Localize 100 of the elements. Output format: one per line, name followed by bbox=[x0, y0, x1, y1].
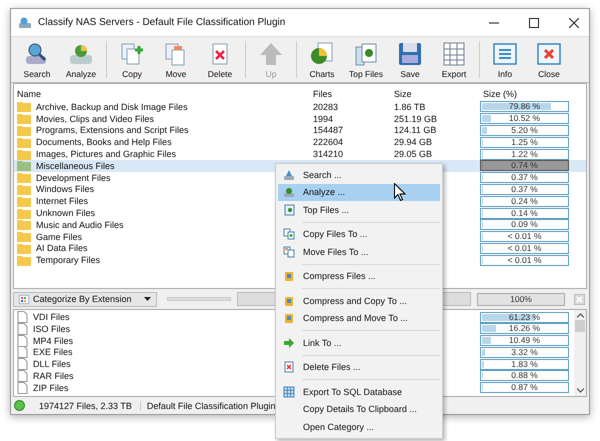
menu-item[interactable]: Compress and Copy To ... bbox=[278, 292, 440, 310]
scroll-up-icon[interactable] bbox=[576, 313, 584, 318]
column-header[interactable]: Size (%) bbox=[480, 89, 570, 99]
toolbar-button[interactable]: Search bbox=[15, 37, 59, 82]
table-cell-text: 20283 bbox=[312, 102, 340, 112]
menu-item[interactable]: Delete Files ... bbox=[278, 358, 440, 376]
toolbar-button[interactable]: Close bbox=[527, 37, 571, 82]
table-cell: ISO Files bbox=[33, 324, 70, 334]
table-cell: VDI Files bbox=[33, 312, 70, 322]
menu-item[interactable]: Copy Files To ... bbox=[278, 226, 440, 243]
scroll-down-icon[interactable] bbox=[576, 388, 584, 393]
percent-bar: 16.26 % bbox=[480, 323, 569, 334]
table-cell: Programs, Extensions and Script Files bbox=[36, 125, 189, 136]
window-title: Classify NAS Servers - Default File Classification Plugin bbox=[38, 17, 286, 28]
table-cell: Windows Files bbox=[36, 184, 94, 194]
scrollbar-thumb[interactable] bbox=[575, 320, 585, 332]
menu-item[interactable]: Compress Files ... bbox=[278, 268, 440, 285]
toolbar-button[interactable]: Save bbox=[388, 37, 432, 82]
toolbar-button[interactable]: Delete bbox=[198, 37, 242, 82]
copy-icon bbox=[283, 228, 295, 240]
grid-icon bbox=[19, 294, 29, 304]
percent-bar: 61.23 % bbox=[480, 312, 569, 322]
file-icon bbox=[17, 334, 28, 347]
percent-bar: 1.22 % bbox=[480, 148, 569, 160]
percent-bar: 0.14 % bbox=[480, 208, 569, 219]
scrollbar[interactable] bbox=[574, 310, 586, 396]
toolbar-button[interactable]: Info bbox=[483, 37, 527, 82]
percent-bar: 10.52 % bbox=[480, 113, 569, 124]
toolbar-button[interactable]: Analyze bbox=[59, 37, 103, 82]
table-cell: Internet Files bbox=[36, 196, 88, 206]
file-icon bbox=[17, 322, 28, 335]
table-cell-text: 314210 bbox=[312, 149, 344, 160]
menu-item[interactable]: Link To ... bbox=[278, 334, 440, 352]
menu-item[interactable]: Analyze ... bbox=[278, 184, 440, 201]
table-cell: MP4 Files bbox=[33, 336, 74, 346]
menu-item[interactable]: Open Category ... bbox=[278, 418, 440, 436]
table-cell: ZIP Files bbox=[33, 382, 68, 393]
percent-bar: < 0.01 % bbox=[480, 231, 569, 242]
percent-bar: 0.88 % bbox=[480, 370, 569, 382]
table-cell-text: 29.05 GB bbox=[393, 149, 434, 160]
percent-bar: 0.09 % bbox=[480, 219, 569, 230]
percent-bar: 1.25 % bbox=[480, 136, 569, 148]
menu-item[interactable]: Export To SQL Database bbox=[278, 383, 440, 400]
table-cell-text: 124.11 GB bbox=[393, 125, 438, 136]
table-icon bbox=[283, 386, 295, 398]
column-header[interactable]: Name bbox=[14, 89, 310, 99]
table-cell-text: 154487 bbox=[312, 125, 344, 136]
percent-bar: < 0.01 % bbox=[480, 254, 569, 266]
menu-item[interactable]: Top Files ... bbox=[278, 201, 440, 218]
delete-icon bbox=[283, 361, 295, 374]
list-icon bbox=[491, 40, 519, 66]
toolbar-button[interactable]: Top Files bbox=[344, 37, 388, 82]
menu-item[interactable]: Search ... bbox=[278, 166, 440, 184]
table-cell-text: 1.86 TB bbox=[393, 102, 426, 112]
toolbar-button[interactable]: Copy bbox=[110, 37, 154, 82]
table-cell: EXE Files bbox=[33, 347, 73, 358]
table-cell: Images, Pictures and Graphic Files bbox=[36, 149, 176, 160]
toolbar-button[interactable]: Charts bbox=[300, 37, 344, 82]
status-text: 1974127 Files, 2.33 TB bbox=[31, 400, 141, 410]
arrow-icon bbox=[283, 336, 295, 349]
toolbar-button[interactable]: Export bbox=[432, 37, 476, 82]
percent-bar: 0.87 % bbox=[480, 382, 569, 394]
file-icon bbox=[17, 382, 28, 394]
table-cell-text: 1994 bbox=[312, 114, 334, 124]
drive-icon bbox=[283, 186, 295, 198]
percent-bar: 0.37 % bbox=[480, 184, 569, 195]
table-cell: AI Data Files bbox=[36, 243, 88, 254]
close-icon[interactable] bbox=[569, 18, 579, 28]
file-icon bbox=[17, 358, 28, 370]
table-cell: DLL Files bbox=[33, 359, 71, 370]
menu-item[interactable]: Compress and Move To ... bbox=[278, 310, 440, 327]
column-header[interactable]: Size bbox=[391, 89, 480, 99]
maximize-icon[interactable] bbox=[529, 18, 539, 28]
caret-icon bbox=[144, 297, 151, 301]
save-icon bbox=[396, 40, 424, 66]
status-dot-icon bbox=[14, 400, 25, 411]
percent-bar: 0.74 % bbox=[480, 160, 569, 172]
progress-bar: 100% bbox=[477, 292, 565, 306]
table-cell-text: 251.19 GB bbox=[393, 114, 438, 124]
table-cell: Movies, Clips and Video Files bbox=[36, 114, 154, 124]
toolbar-button[interactable]: Move bbox=[154, 37, 198, 82]
percent-bar: 0.24 % bbox=[480, 196, 569, 207]
file-icon bbox=[17, 370, 28, 382]
table-cell: Music and Audio Files bbox=[36, 220, 124, 230]
table-cell: Miscellaneous Files bbox=[36, 160, 115, 171]
column-header[interactable]: Files bbox=[310, 89, 391, 99]
percent-bar: 3.32 % bbox=[480, 346, 569, 358]
menu-item[interactable]: Move Files To ... bbox=[278, 243, 440, 260]
table-cell: Archive, Backup and Disk Image Files bbox=[36, 102, 188, 112]
percent-bar: 0.37 % bbox=[480, 172, 569, 184]
table-cell-text: 29.94 GB bbox=[393, 137, 434, 148]
percent-bar: 5.20 % bbox=[480, 124, 569, 136]
menu-item[interactable]: Copy Details To Clipboard ... bbox=[278, 400, 440, 418]
status-text: Default File Classification Plugin bbox=[146, 400, 276, 410]
move-icon bbox=[283, 246, 295, 258]
close-icon bbox=[535, 40, 563, 66]
table-cell: RAR Files bbox=[33, 370, 74, 381]
category-dropdown[interactable]: Categorize By Extension bbox=[13, 292, 157, 306]
archive-icon bbox=[283, 270, 295, 282]
document-icon bbox=[283, 204, 295, 216]
